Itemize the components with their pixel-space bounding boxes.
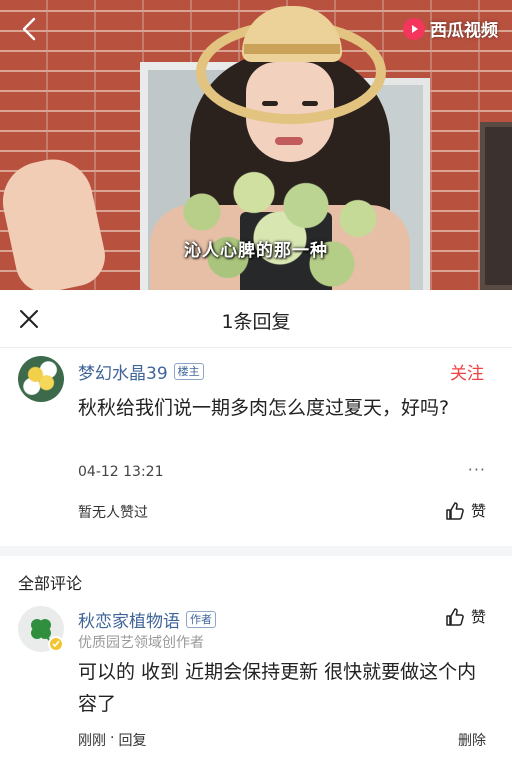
- reply-button[interactable]: 回复: [118, 730, 146, 750]
- list-item: 秋恋家植物语 作者 优质园艺领域创作者 赞 可以的 收到 近期会保持更新 很快就…: [0, 600, 512, 774]
- likes-summary: 暂无人赞过: [78, 505, 148, 521]
- succulent-plant: [150, 160, 410, 290]
- delete-button[interactable]: 删除: [458, 730, 486, 750]
- section-divider: [0, 546, 512, 556]
- comment-author-row: 梦幻水晶39 楼主: [78, 359, 204, 384]
- comment-timestamp: 04-12 13:21: [78, 464, 164, 480]
- person-lips: [275, 137, 303, 145]
- back-button[interactable]: [14, 14, 44, 44]
- door: [480, 122, 512, 290]
- video-player[interactable]: 沁人心脾的那一种 西瓜视频: [0, 0, 512, 290]
- like-button[interactable]: 赞: [445, 500, 486, 521]
- user-description: 优质园艺领域创作者: [78, 635, 204, 651]
- main-comment: 梦幻水晶39 楼主 关注 秋秋给我们说一期多肉怎么度过夏天，好吗? 04-12 …: [0, 348, 512, 546]
- back-arrow-icon: [22, 17, 36, 41]
- straw-hat-band: [244, 44, 340, 54]
- author-tag-badge: 作者: [186, 611, 216, 628]
- comment-text: 秋秋给我们说一期多肉怎么度过夏天，好吗?: [78, 397, 450, 419]
- like-button[interactable]: 赞: [445, 606, 486, 627]
- comment-author-row: 秋恋家植物语 作者: [78, 607, 216, 632]
- avatar[interactable]: [18, 356, 64, 402]
- comment-timestamp: 刚刚: [78, 733, 106, 749]
- video-caption: 沁人心脾的那一种: [184, 241, 328, 261]
- like-label: 赞: [470, 502, 486, 520]
- page-title: 1条回复: [221, 311, 291, 333]
- user-name[interactable]: 秋恋家植物语: [78, 607, 180, 632]
- brand-name: 西瓜视频: [430, 21, 498, 41]
- like-label: 赞: [470, 608, 486, 626]
- op-tag-badge: 楼主: [173, 363, 204, 380]
- all-comments-heading: 全部评论: [18, 574, 83, 593]
- brand-watermark: 西瓜视频: [403, 16, 498, 41]
- comment-meta: 刚刚 · 回复: [78, 730, 146, 750]
- meta-separator: ·: [110, 730, 115, 746]
- comment-text: 可以的 收到 近期会保持更新 很快就要做这个内容了: [78, 661, 477, 715]
- verified-badge-icon: [48, 636, 64, 652]
- follow-button[interactable]: 关注: [450, 359, 484, 384]
- reply-header: 1条回复: [0, 290, 512, 348]
- thumbs-up-icon: [446, 607, 464, 626]
- user-name[interactable]: 梦幻水晶39: [78, 359, 168, 384]
- more-options-button[interactable]: ···: [468, 460, 486, 479]
- thumbs-up-icon: [446, 501, 464, 520]
- xigua-logo-icon: [403, 17, 425, 40]
